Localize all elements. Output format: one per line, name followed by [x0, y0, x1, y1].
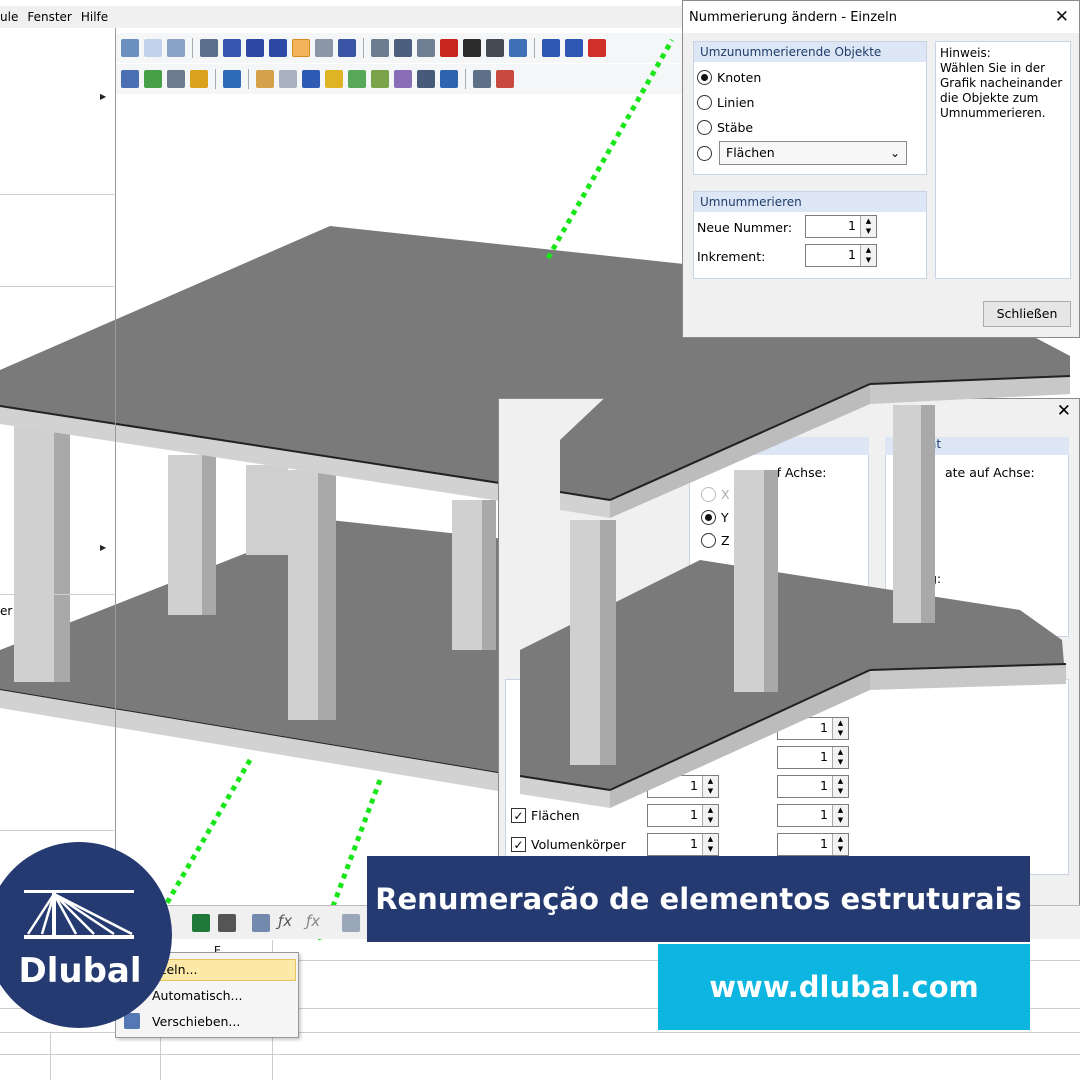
- objects-group-header: Umzunummerierende Objekte: [694, 42, 926, 62]
- new-number-spinner[interactable]: 1 ▲ ▼: [805, 215, 877, 238]
- members-label: Stäbe: [717, 120, 754, 135]
- close-icon[interactable]: ✕: [1055, 7, 1069, 27]
- menu-separator: [0, 194, 114, 195]
- submenu-arrow-icon: ▶: [100, 543, 107, 552]
- dlubal-logo: [0, 842, 172, 1028]
- close-icon[interactable]: ✕: [1057, 401, 1071, 421]
- text-edit-icon[interactable]: [252, 914, 270, 932]
- axis-label: auf Achse:: [761, 465, 827, 480]
- lines-radio[interactable]: [697, 95, 712, 110]
- object-type-select[interactable]: Flächen ⌄: [719, 141, 907, 165]
- number-spinner[interactable]: 1 ▲ ▼: [647, 833, 719, 856]
- increment-label: Inkrement:: [697, 249, 766, 264]
- renumber-group-header: Umnummerieren: [694, 192, 926, 212]
- number-spinner[interactable]: 1 ▲ ▼: [777, 775, 849, 798]
- number-spinner[interactable]: 1 ▲ ▼: [647, 775, 719, 798]
- partial-label: iv: [935, 595, 946, 610]
- hint-box: Hinweis: Wählen Sie in der Grafik nachei…: [935, 41, 1071, 279]
- hint-text: Wählen Sie in der Grafik nacheinander di…: [940, 61, 1063, 120]
- nodes-radio[interactable]: [697, 70, 712, 85]
- number-spinner[interactable]: 1 ▲ ▼: [777, 804, 849, 827]
- axis-y-label: Y: [721, 510, 729, 525]
- axis-label-right: ate auf Achse:: [945, 465, 1035, 480]
- submenu-arrow-icon: ▶: [100, 92, 107, 101]
- url-banner[interactable]: www.dlubal.com: [658, 944, 1030, 1030]
- dialog-title: Nummerierung ändern - Einzeln: [683, 1, 1079, 33]
- solids-label: Volumenkörper: [531, 837, 626, 852]
- nodes-label: Knoten: [717, 70, 762, 85]
- number-spinner[interactable]: 1 ▲ ▼: [777, 746, 849, 769]
- number-spinner[interactable]: 1 ▲ ▼: [777, 717, 849, 740]
- headline-banner: Renumeração de elementos estruturais: [367, 856, 1030, 942]
- function-icon[interactable]: ƒx: [278, 912, 292, 930]
- axis-x-radio[interactable]: [701, 487, 716, 502]
- axis-z-label: Z: [721, 533, 730, 548]
- function-clear-icon[interactable]: ƒx: [306, 912, 320, 930]
- lines-label: Linien: [717, 95, 755, 110]
- chevron-down-icon: ⌄: [889, 146, 900, 160]
- menu-separator: [0, 594, 114, 595]
- close-button[interactable]: Schließen: [983, 301, 1071, 327]
- renumber-dialog: Nummerierung ändern - Einzeln ✕ Umzunumm…: [682, 0, 1080, 338]
- excel-icon[interactable]: [192, 914, 210, 932]
- surfaces-label: Flächen: [531, 808, 580, 823]
- object-type-value: Flächen: [726, 145, 775, 160]
- menu-separator: [0, 830, 114, 831]
- partial-label: g:: [929, 571, 942, 586]
- number-spinner[interactable]: 1 ▲ ▼: [777, 833, 849, 856]
- group-header: [689, 437, 869, 455]
- group-header-right: ät: [885, 437, 1069, 455]
- axis-x-label: X: [721, 487, 730, 502]
- hint-title: Hinweis:: [940, 46, 991, 60]
- bridge-icon: [24, 890, 134, 939]
- number-spinner[interactable]: 1 ▲ ▼: [647, 804, 719, 827]
- menu-item-partial[interactable]: er: [0, 604, 12, 618]
- calculator-icon[interactable]: [218, 914, 236, 932]
- increment-spinner[interactable]: 1 ▲ ▼: [805, 244, 877, 267]
- logo-text: Dlubal: [18, 951, 142, 991]
- lock-icon[interactable]: [342, 914, 360, 932]
- menu-separator: [0, 286, 114, 287]
- surfaces-radio[interactable]: [697, 146, 712, 161]
- members-radio[interactable]: [697, 120, 712, 135]
- axis-y-radio[interactable]: [701, 510, 716, 525]
- new-number-label: Neue Nummer:: [697, 220, 793, 235]
- axis-z-radio[interactable]: [701, 533, 716, 548]
- solids-checkbox[interactable]: ✓: [511, 837, 526, 852]
- surfaces-checkbox[interactable]: ✓: [511, 808, 526, 823]
